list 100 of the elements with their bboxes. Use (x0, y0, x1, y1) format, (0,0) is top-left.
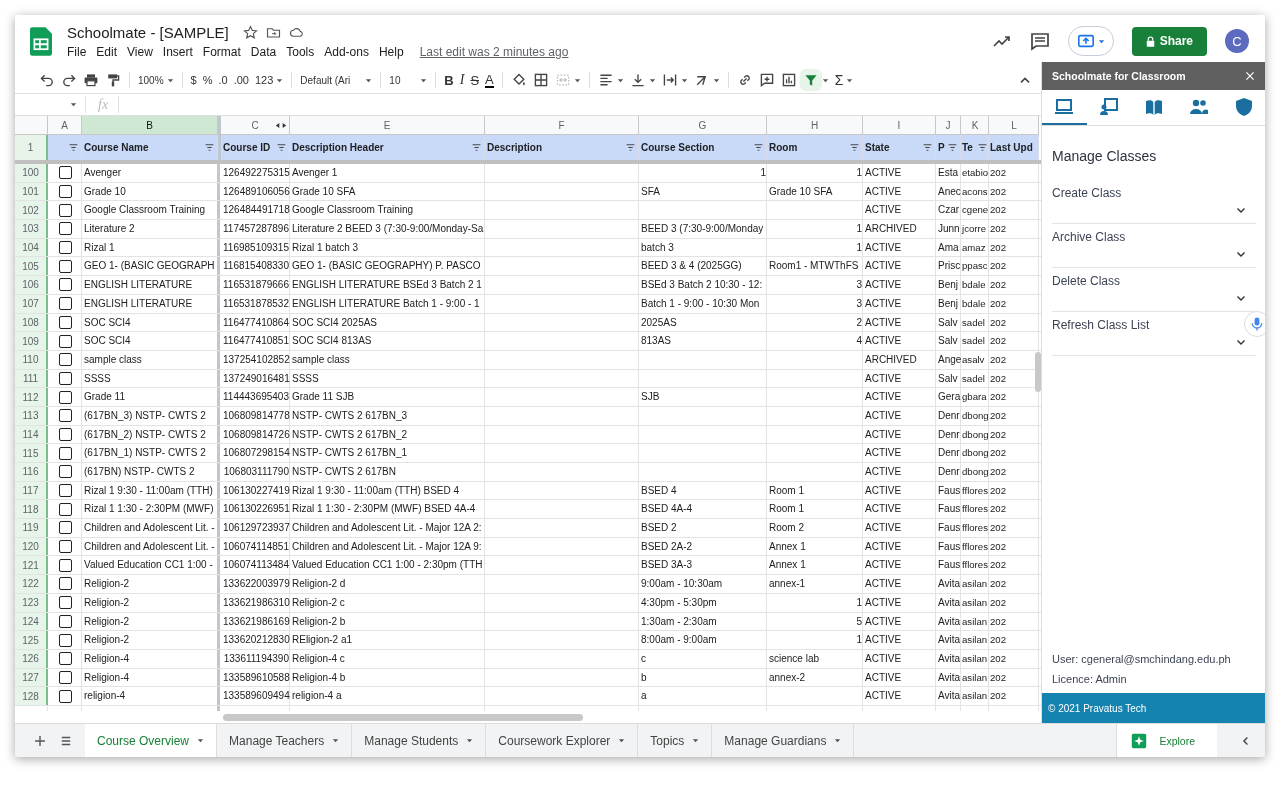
filter-icon[interactable] (977, 142, 988, 153)
caret-icon[interactable] (648, 76, 656, 84)
column-letter[interactable]: A (48, 116, 82, 135)
decrease-decimal-button[interactable]: .0 (218, 74, 228, 86)
checkbox[interactable] (59, 558, 72, 572)
checkbox[interactable] (59, 297, 72, 311)
currency-button[interactable]: $ (190, 74, 197, 86)
checkbox[interactable] (59, 222, 72, 236)
caret-icon[interactable] (420, 76, 428, 84)
caret-icon[interactable] (365, 76, 373, 84)
checkbox[interactable] (59, 614, 72, 628)
filter-icon[interactable] (922, 142, 933, 153)
document-title[interactable]: Schoolmate - [SAMPLE] (67, 23, 229, 41)
checkbox[interactable] (59, 670, 72, 684)
borders-icon[interactable] (532, 72, 549, 88)
chart-icon[interactable] (780, 72, 797, 88)
caret-icon[interactable] (846, 76, 854, 84)
checkbox[interactable] (59, 241, 72, 255)
comments-icon[interactable] (1029, 31, 1050, 51)
row-number[interactable]: 118 (15, 500, 48, 519)
paint-roller-icon[interactable] (105, 72, 121, 88)
filter-icon[interactable] (849, 142, 860, 153)
checkbox[interactable] (59, 633, 72, 647)
checkbox[interactable] (59, 166, 72, 180)
menu-item[interactable]: Format (202, 44, 241, 59)
checkbox[interactable] (59, 652, 72, 666)
column-letter[interactable]: J (936, 116, 961, 135)
filter-icon[interactable] (625, 142, 636, 153)
column-letter[interactable]: F (485, 116, 639, 135)
sheets-logo-icon[interactable] (30, 26, 52, 56)
menu-item[interactable]: Tools (286, 44, 315, 59)
column-letter[interactable]: L (989, 116, 1039, 135)
text-wrap-icon[interactable] (661, 72, 678, 88)
checkbox[interactable] (59, 596, 72, 610)
checkbox[interactable] (59, 259, 72, 273)
row-number[interactable]: 128 (15, 687, 48, 705)
checkbox[interactable] (59, 521, 72, 535)
checkbox[interactable] (59, 689, 72, 703)
column-letter[interactable]: K (961, 116, 989, 135)
checkbox[interactable] (59, 446, 72, 460)
checkbox[interactable] (59, 185, 72, 199)
caret-icon[interactable] (70, 101, 77, 108)
add-sheet-icon[interactable] (33, 733, 47, 748)
sheet-tab[interactable]: Coursework Explorer (486, 724, 639, 757)
column-letter[interactable]: H (767, 116, 863, 135)
sheet-tab[interactable]: Topics (638, 724, 713, 757)
undo-icon[interactable] (39, 72, 55, 88)
checkbox[interactable] (59, 577, 72, 591)
text-color-button[interactable]: A (485, 72, 494, 88)
scrollbar-thumb[interactable] (223, 714, 583, 721)
checkbox[interactable] (59, 484, 72, 498)
row-number[interactable]: 115 (15, 444, 48, 462)
last-edit-link[interactable]: Last edit was 2 minutes ago (419, 44, 569, 59)
font-dropdown[interactable]: Default (Ari (300, 74, 363, 86)
row-number[interactable]: 100 (15, 164, 48, 182)
hidden-column-arrows-icon[interactable] (275, 122, 287, 129)
percent-button[interactable]: % (202, 74, 213, 86)
menu-item[interactable]: Data (250, 44, 277, 59)
menu-item[interactable]: Add-ons (324, 44, 369, 59)
accordion-item[interactable]: Archive Class (1052, 230, 1256, 268)
filter-icon[interactable] (753, 142, 764, 153)
star-icon[interactable] (242, 24, 258, 40)
merge-cells-icon[interactable] (554, 72, 571, 88)
column-letter[interactable]: E (290, 116, 485, 135)
caret-icon[interactable] (616, 76, 624, 84)
checkbox[interactable] (59, 278, 72, 292)
row-number[interactable]: 121 (15, 556, 48, 575)
zoom-dropdown[interactable]: 100% (138, 74, 164, 86)
accordion-item[interactable]: Create Class (1052, 186, 1256, 224)
row-number[interactable]: 116 (15, 463, 48, 481)
caret-icon[interactable] (680, 76, 688, 84)
filter-icon[interactable] (204, 142, 215, 153)
print-icon[interactable] (83, 72, 99, 88)
checkbox[interactable] (59, 353, 72, 367)
row-number[interactable]: 122 (15, 575, 48, 593)
caret-icon[interactable] (166, 76, 174, 84)
bold-button[interactable]: B (444, 72, 454, 88)
accordion-item[interactable]: Delete Class (1052, 274, 1256, 312)
row-number[interactable]: 109 (15, 332, 48, 350)
close-icon[interactable] (1244, 70, 1256, 82)
number-format-dropdown[interactable]: 123 (254, 74, 274, 86)
row-number[interactable]: 1 (15, 135, 48, 160)
filter-icon[interactable] (471, 142, 482, 153)
menu-item[interactable]: View (127, 44, 153, 59)
menu-item[interactable]: Edit (96, 44, 118, 59)
column-letter[interactable]: I (863, 116, 936, 135)
row-number[interactable]: 125 (15, 631, 48, 649)
row-number[interactable]: 106 (15, 276, 48, 294)
caret-icon[interactable] (821, 76, 829, 84)
column-letter[interactable]: B (82, 116, 218, 135)
row-number[interactable]: 119 (15, 519, 48, 537)
italic-button[interactable]: I (459, 72, 465, 88)
filter-icon[interactable] (802, 72, 819, 88)
sheet-tab[interactable]: Manage Guardians (712, 724, 855, 757)
caret-icon[interactable] (276, 76, 284, 84)
checkbox[interactable] (59, 409, 72, 423)
explore-button[interactable]: Explore (1116, 724, 1217, 757)
menu-item[interactable]: Insert (162, 44, 193, 59)
redo-icon[interactable] (61, 72, 77, 88)
checkbox[interactable] (59, 390, 72, 404)
